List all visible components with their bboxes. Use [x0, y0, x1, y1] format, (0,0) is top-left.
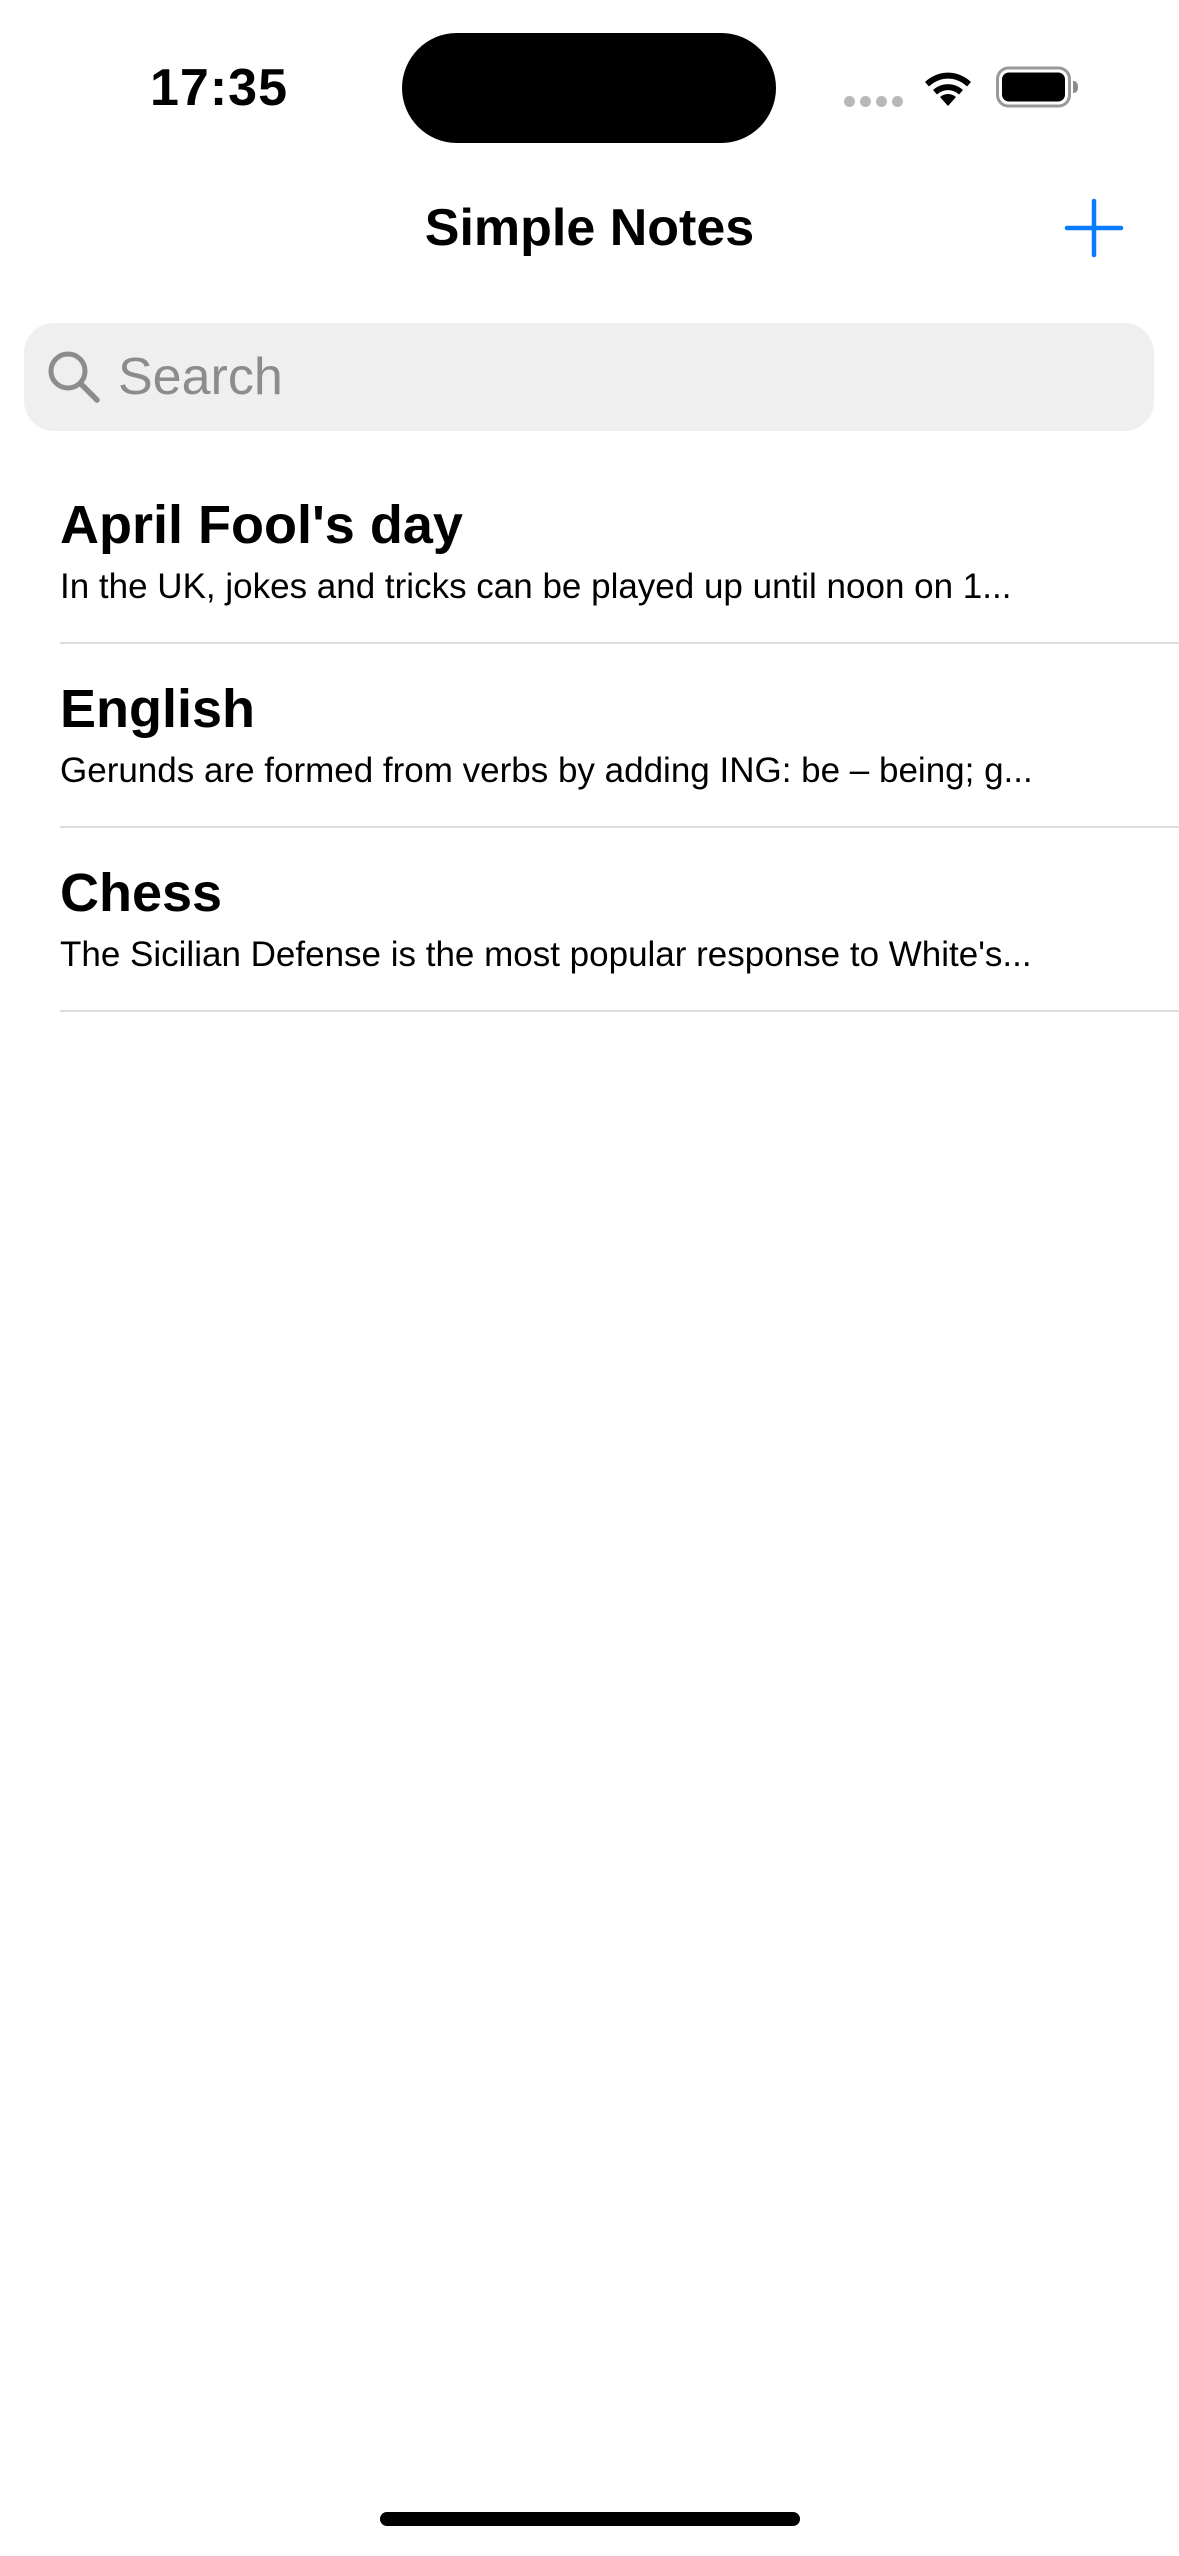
battery-icon — [996, 66, 1078, 108]
page-title: Simple Notes — [424, 199, 755, 257]
wifi-icon — [925, 72, 971, 106]
dynamic-island — [402, 33, 776, 143]
list-item[interactable]: Chess The Sicilian Defense is the most p… — [0, 828, 1179, 1012]
notes-list: April Fool's day In the UK, jokes and tr… — [0, 460, 1179, 1012]
list-item[interactable]: April Fool's day In the UK, jokes and tr… — [0, 460, 1179, 644]
search-bar[interactable] — [24, 323, 1154, 431]
note-preview: In the UK, jokes and tricks can be playe… — [60, 567, 1012, 606]
note-preview: Gerunds are formed from verbs by adding … — [60, 751, 1033, 790]
plus-icon — [1064, 198, 1124, 258]
list-item[interactable]: English Gerunds are formed from verbs by… — [0, 644, 1179, 828]
divider — [60, 1010, 1179, 1012]
note-title: Chess — [60, 863, 223, 923]
signal-dots-icon — [844, 96, 904, 108]
note-title: English — [60, 679, 256, 739]
note-preview: The Sicilian Defense is the most popular… — [60, 935, 1032, 974]
status-time: 17:35 — [150, 59, 288, 117]
search-icon — [48, 351, 100, 403]
note-title: April Fool's day — [60, 495, 463, 555]
add-note-button[interactable] — [1064, 198, 1124, 258]
home-indicator[interactable] — [380, 2512, 800, 2526]
search-input[interactable] — [118, 323, 1128, 431]
